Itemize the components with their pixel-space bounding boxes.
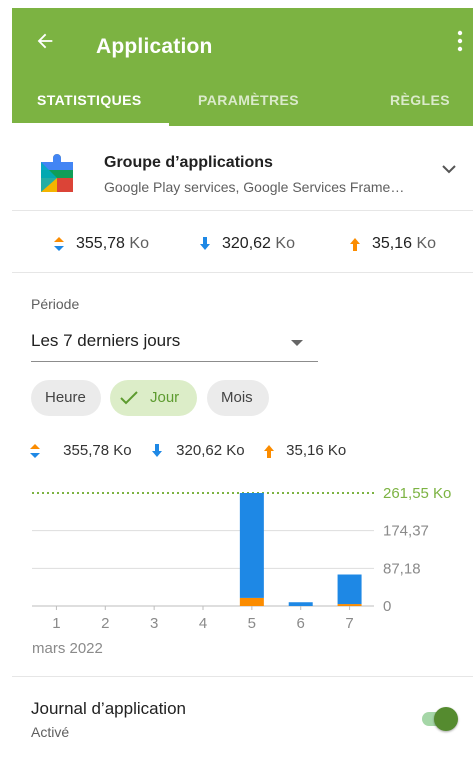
google-play-services-icon <box>41 154 73 192</box>
total-traffic: 355,78 Ko <box>54 235 149 253</box>
legend-upload: 35,16 Ko <box>264 442 346 459</box>
chip-jour-label: Jour <box>150 389 180 406</box>
upload-arrow-icon <box>264 445 274 459</box>
download-value: 320,62 <box>222 235 271 252</box>
chevron-down-icon[interactable] <box>441 164 457 174</box>
x-tick-label: 6 <box>297 615 305 632</box>
x-tick-label: 5 <box>248 615 256 632</box>
divider <box>12 676 473 677</box>
journal-title: Journal d’application <box>31 699 186 718</box>
max-value-label: 261,55 Ko <box>383 485 451 502</box>
bar-upload <box>337 604 362 606</box>
upload-unit: Ko <box>416 235 437 252</box>
tab-parametres[interactable]: PARAMÈTRES <box>198 92 299 108</box>
up-down-arrow-icon <box>54 236 64 251</box>
toggle-thumb <box>434 707 458 731</box>
upload-traffic: 35,16 Ko <box>350 235 436 253</box>
period-selected-value: Les 7 derniers jours <box>31 331 181 350</box>
period-dropdown[interactable]: Les 7 derniers jours <box>31 326 318 362</box>
chip-mois-label: Mois <box>221 389 253 406</box>
chip-heure[interactable]: Heure <box>31 380 101 416</box>
bar-upload <box>239 597 264 606</box>
tab-regles[interactable]: RÈGLES <box>390 92 450 108</box>
app-group-row[interactable]: Groupe d’applications Google Play servic… <box>12 126 473 210</box>
check-icon <box>120 391 138 405</box>
bar-download <box>337 574 362 605</box>
total-unit: Ko <box>129 235 149 252</box>
legend-download-value: 320,62 Ko <box>176 442 245 459</box>
chart-legend: 355,78 Ko 320,62 Ko 35,16 Ko <box>12 438 473 462</box>
tab-bar: STATISTIQUES PARAMÈTRES RÈGLES <box>12 74 473 126</box>
up-down-arrow-icon <box>30 444 40 459</box>
total-value: 355,78 <box>76 235 125 252</box>
x-tick-label: 7 <box>345 615 353 632</box>
statistics-content: Groupe d’applications Google Play servic… <box>12 126 473 758</box>
y-tick-label: 87,18 <box>383 560 421 577</box>
chip-heure-label: Heure <box>45 389 86 406</box>
download-traffic: 320,62 Ko <box>200 235 295 253</box>
more-options-icon[interactable] <box>457 29 463 53</box>
download-arrow-icon <box>152 444 162 458</box>
x-tick-label: 1 <box>52 615 60 632</box>
download-arrow-icon <box>200 236 210 250</box>
journal-toggle[interactable] <box>420 706 460 732</box>
legend-total: 355,78 Ko <box>30 442 132 459</box>
app-group-title: Groupe d’applications <box>104 154 273 171</box>
traffic-totals: 355,78 Ko 320,62 Ko 35,16 Ko <box>12 228 473 260</box>
bar-download <box>239 493 264 598</box>
chip-mois[interactable]: Mois <box>207 380 269 416</box>
x-tick-label: 2 <box>101 615 109 632</box>
divider <box>12 210 473 211</box>
daily-traffic-chart: 0 87,18 174,37 261,55 Ko 1 2 3 4 5 6 7 mars 2022 <box>32 485 451 657</box>
x-tick-label: 3 <box>150 615 158 632</box>
bar-download <box>288 602 313 606</box>
legend-download: 320,62 Ko <box>152 442 245 459</box>
tab-statistiques[interactable]: STATISTIQUES <box>37 92 142 108</box>
divider <box>12 272 473 273</box>
x-tick-label: 4 <box>199 615 207 632</box>
period-label: Période <box>31 296 80 312</box>
y-tick-label: 174,37 <box>383 523 429 540</box>
page-title: Application <box>96 35 213 58</box>
back-arrow-icon[interactable] <box>34 30 56 52</box>
app-bar: Application STATISTIQUES PARAMÈTRES RÈGL… <box>12 8 473 126</box>
app-group-subtitle: Google Play services, Google Services Fr… <box>104 179 405 195</box>
y-tick-label: 0 <box>383 598 391 615</box>
upload-arrow-icon <box>350 237 360 251</box>
dropdown-arrow-icon <box>291 340 303 346</box>
journal-status: Activé <box>31 724 70 740</box>
x-axis-label: mars 2022 <box>32 640 103 657</box>
upload-value: 35,16 <box>372 235 413 252</box>
legend-total-value: 355,78 Ko <box>63 442 132 459</box>
chip-jour[interactable]: Jour <box>110 380 197 416</box>
download-unit: Ko <box>275 235 295 252</box>
legend-upload-value: 35,16 Ko <box>286 442 347 459</box>
